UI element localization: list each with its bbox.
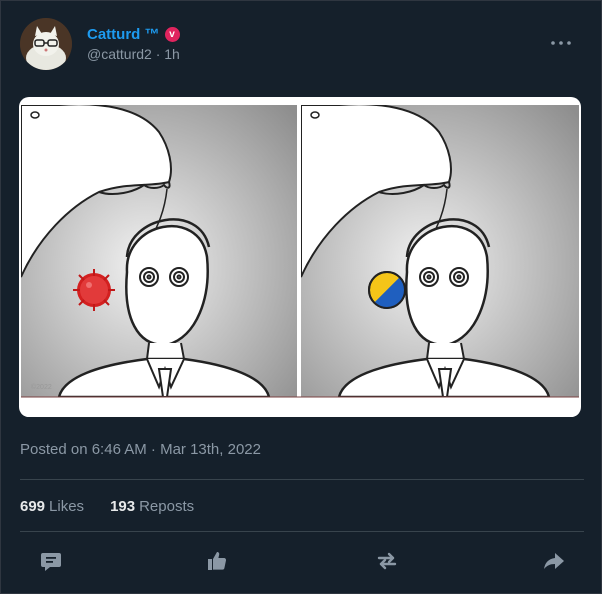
like-icon[interactable] (205, 549, 229, 573)
relative-time[interactable]: 1h (164, 46, 180, 62)
likes-count: 699 (20, 498, 46, 515)
post-timestamp[interactable]: Posted on 6:46 AM · Mar 13th, 2022 (20, 441, 261, 458)
repost-icon[interactable] (375, 549, 399, 573)
virus-icon (73, 269, 115, 311)
svg-text:©2022: ©2022 (31, 383, 52, 391)
separator: · (155, 46, 161, 62)
divider (20, 479, 584, 480)
display-name[interactable]: Catturd ™ (87, 26, 160, 43)
reply-icon[interactable] (39, 549, 63, 573)
reposts-label: Reposts (139, 498, 195, 515)
share-icon[interactable] (542, 549, 566, 573)
author-name-row: Catturd ™ v (87, 26, 180, 43)
ukraine-flag-icon (368, 271, 406, 309)
post-image[interactable]: ©2022 (19, 97, 581, 417)
left-panel: ©2022 (21, 105, 297, 397)
more-horizontal-icon[interactable] (547, 33, 575, 53)
avatar[interactable] (20, 18, 72, 70)
reposts-stat[interactable]: 193 Reposts (110, 498, 194, 515)
right-panel (301, 105, 579, 397)
verified-badge-icon: v (164, 27, 180, 42)
post-card: Catturd ™ v @catturd2 · 1h ©2022 Posted … (0, 0, 602, 594)
divider (20, 531, 584, 532)
handle-row: @catturd2 · 1h (87, 46, 180, 62)
handle[interactable]: @catturd2 (87, 46, 152, 62)
reposts-count: 193 (110, 498, 136, 515)
action-bar (1, 549, 602, 577)
likes-stat[interactable]: 699 Likes (20, 498, 84, 515)
post-stats: 699 Likes 193 Reposts (20, 498, 194, 515)
likes-label: Likes (49, 498, 85, 515)
